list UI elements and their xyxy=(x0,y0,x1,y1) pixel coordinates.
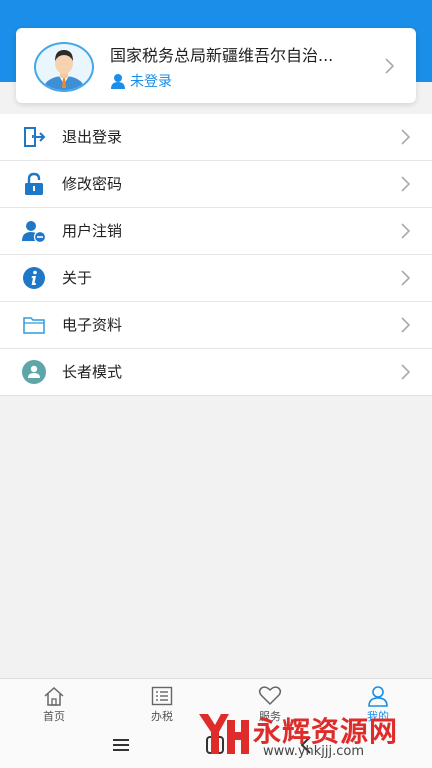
login-status[interactable]: 未登录 xyxy=(110,71,172,91)
menu-label: 关于 xyxy=(62,269,93,287)
chevron-right-icon xyxy=(385,58,394,74)
profile-card[interactable]: 国家税务总局新疆维吾尔自治... 未登录 xyxy=(16,28,416,103)
watermark-logo-icon xyxy=(199,714,249,754)
person-icon xyxy=(368,686,388,707)
info-icon xyxy=(23,267,45,289)
menu-item-deactivate-user[interactable]: 用户注销 xyxy=(0,208,432,255)
user-remove-icon xyxy=(22,221,46,243)
chevron-right-icon xyxy=(401,270,410,286)
settings-menu: 退出登录 修改密码 用户注销 关于 电子资料 长者模式 xyxy=(0,114,432,396)
logout-door-icon xyxy=(24,127,46,147)
heart-icon xyxy=(258,686,282,706)
chevron-right-icon xyxy=(401,317,410,333)
menu-label: 电子资料 xyxy=(62,316,123,334)
menu-item-change-password[interactable]: 修改密码 xyxy=(0,161,432,208)
chevron-right-icon xyxy=(401,223,410,239)
folder-icon xyxy=(23,317,45,334)
menu-item-elder-mode[interactable]: 长者模式 xyxy=(0,349,432,396)
menu-item-logout[interactable]: 退出登录 xyxy=(0,114,432,161)
avatar xyxy=(34,42,94,92)
elder-mode-icon xyxy=(22,360,46,384)
menu-label: 退出登录 xyxy=(62,128,123,146)
menu-label: 用户注销 xyxy=(62,222,123,240)
menu-label: 长者模式 xyxy=(62,363,123,381)
list-icon xyxy=(151,686,173,706)
chevron-right-icon xyxy=(401,176,410,192)
chevron-right-icon xyxy=(401,364,410,380)
watermark-url: www.yhkjjj.com xyxy=(263,744,365,759)
tab-label: 首页 xyxy=(43,710,65,723)
lock-icon xyxy=(25,172,43,195)
tab-home[interactable]: 首页 xyxy=(0,679,108,725)
org-name: 国家税务总局新疆维吾尔自治... xyxy=(110,46,334,65)
user-icon xyxy=(111,74,125,89)
watermark: 永辉资源网 www.yhkjjj.com xyxy=(195,708,415,760)
login-status-label: 未登录 xyxy=(130,74,172,90)
menu-label: 修改密码 xyxy=(62,175,123,193)
menu-icon[interactable] xyxy=(112,738,130,752)
menu-item-e-documents[interactable]: 电子资料 xyxy=(0,302,432,349)
home-icon xyxy=(44,686,64,706)
menu-item-about[interactable]: 关于 xyxy=(0,255,432,302)
chevron-right-icon xyxy=(401,129,410,145)
